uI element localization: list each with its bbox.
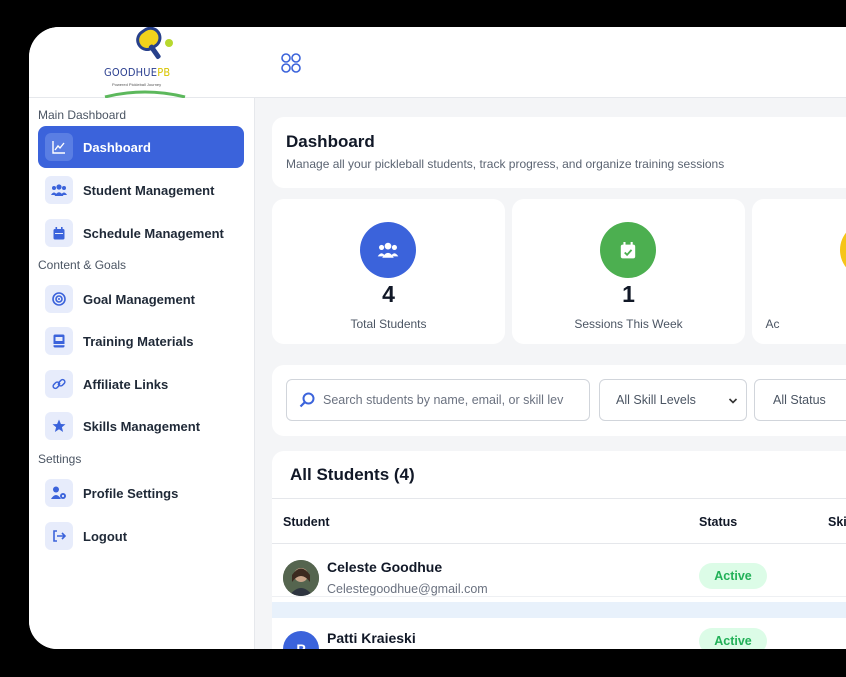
- stat-card-total-students[interactable]: 4 Total Students: [272, 199, 505, 344]
- select-value: All Skill Levels: [616, 393, 696, 407]
- grid-icon: [281, 53, 301, 73]
- main-content: Dashboard Manage all your pickleball stu…: [255, 98, 846, 649]
- sidebar-item-label: Profile Settings: [83, 485, 179, 501]
- sidebar-item-label: Affiliate Links: [83, 376, 169, 392]
- stat-label: Total Students: [350, 317, 427, 331]
- sidebar-item-skills-management[interactable]: Skills Management: [38, 405, 244, 447]
- row-divider: [272, 602, 846, 618]
- sidebar-item-profile-settings[interactable]: Profile Settings: [38, 472, 244, 514]
- status-badge: Active: [699, 563, 767, 589]
- user-cog-icon: [45, 479, 73, 507]
- page-subtitle: Manage all your pickleball students, tra…: [286, 157, 725, 171]
- sidebar-item-logout[interactable]: Logout: [38, 515, 244, 557]
- sidebar: Main Dashboard Dashboard Student Managem…: [29, 98, 255, 649]
- calendar-check-icon: [600, 222, 656, 278]
- logout-icon: [45, 522, 73, 550]
- star-icon: [45, 412, 73, 440]
- section-label-settings: Settings: [38, 452, 82, 466]
- brand-tagline: Powered Pickleball Journey: [112, 82, 162, 87]
- brand-name-accent: PB: [157, 66, 171, 79]
- stat-icon-circle: [840, 222, 846, 278]
- skill-level-select[interactable]: All Skill Levels: [599, 379, 747, 421]
- brand-name-primary: GOODHUE: [104, 66, 158, 79]
- sidebar-item-label: Goal Management: [83, 291, 195, 307]
- users-icon: [45, 176, 73, 204]
- search-field[interactable]: [286, 379, 590, 421]
- sidebar-item-label: Training Materials: [83, 333, 194, 349]
- student-name[interactable]: Patti Kraieski: [327, 630, 416, 646]
- chevron-down-icon: [728, 394, 738, 408]
- column-header-skill[interactable]: Ski: [828, 515, 846, 529]
- sidebar-item-student-management[interactable]: Student Management: [38, 169, 244, 211]
- top-bar: GOODHUEPB Powered Pickleball Journey: [29, 27, 846, 99]
- table-row[interactable]: Celeste Goodhue Celestegoodhue@gmail.com…: [272, 545, 846, 597]
- status-badge: Active: [699, 628, 767, 649]
- search-input[interactable]: [323, 393, 583, 407]
- chart-line-icon: [45, 133, 73, 161]
- sidebar-item-label: Student Management: [83, 182, 215, 198]
- sidebar-item-label: Logout: [83, 528, 128, 544]
- apps-grid-button[interactable]: [280, 52, 302, 74]
- sidebar-item-label: Dashboard: [83, 139, 151, 155]
- stat-card-active[interactable]: Ac: [752, 199, 846, 344]
- column-header-status[interactable]: Status: [699, 515, 737, 529]
- section-label-main: Main Dashboard: [38, 108, 127, 122]
- link-icon: [45, 370, 73, 398]
- paddle-logo-icon: [104, 27, 186, 99]
- brand-name: GOODHUEPB: [104, 66, 170, 79]
- student-email: Celestegoodhue@gmail.com: [327, 582, 488, 596]
- calendar-icon: [45, 219, 73, 247]
- column-header-student[interactable]: Student: [283, 515, 330, 529]
- status-select[interactable]: All Status: [754, 379, 846, 421]
- filter-bar: All Skill Levels All Status: [272, 365, 846, 436]
- page-header: Dashboard Manage all your pickleball stu…: [272, 117, 846, 188]
- stat-value: 4: [382, 281, 395, 307]
- search-icon: [299, 392, 315, 408]
- target-icon: [45, 285, 73, 313]
- app-screen: GOODHUEPB Powered Pickleball Journey Mai…: [29, 27, 846, 649]
- table-row[interactable]: P Patti Kraieski Active: [272, 618, 846, 649]
- sidebar-item-training-materials[interactable]: Training Materials: [38, 320, 244, 362]
- select-value: All Status: [773, 393, 826, 407]
- table-header: Student Status Ski: [272, 498, 846, 544]
- student-name[interactable]: Celeste Goodhue: [327, 559, 442, 575]
- book-icon: [45, 327, 73, 355]
- sidebar-item-label: Skills Management: [83, 418, 201, 434]
- users-icon: [360, 222, 416, 278]
- page-title: Dashboard: [286, 132, 375, 151]
- device-frame: GOODHUEPB Powered Pickleball Journey Mai…: [0, 0, 846, 677]
- avatar: P: [283, 631, 319, 649]
- brand-logo[interactable]: [95, 27, 195, 99]
- stat-value: 1: [622, 281, 635, 307]
- section-label-content: Content & Goals: [38, 258, 127, 272]
- sidebar-item-schedule-management[interactable]: Schedule Management: [38, 212, 244, 254]
- table-title: All Students (4): [290, 465, 415, 484]
- avatar: [283, 560, 319, 596]
- sidebar-item-affiliate-links[interactable]: Affiliate Links: [38, 363, 244, 405]
- students-table: All Students (4) Student Status Ski Cele…: [272, 451, 846, 649]
- sidebar-item-goal-management[interactable]: Goal Management: [38, 278, 244, 320]
- stat-label: Ac: [765, 317, 780, 331]
- sidebar-item-label: Schedule Management: [83, 225, 224, 241]
- sidebar-item-dashboard[interactable]: Dashboard: [38, 126, 244, 168]
